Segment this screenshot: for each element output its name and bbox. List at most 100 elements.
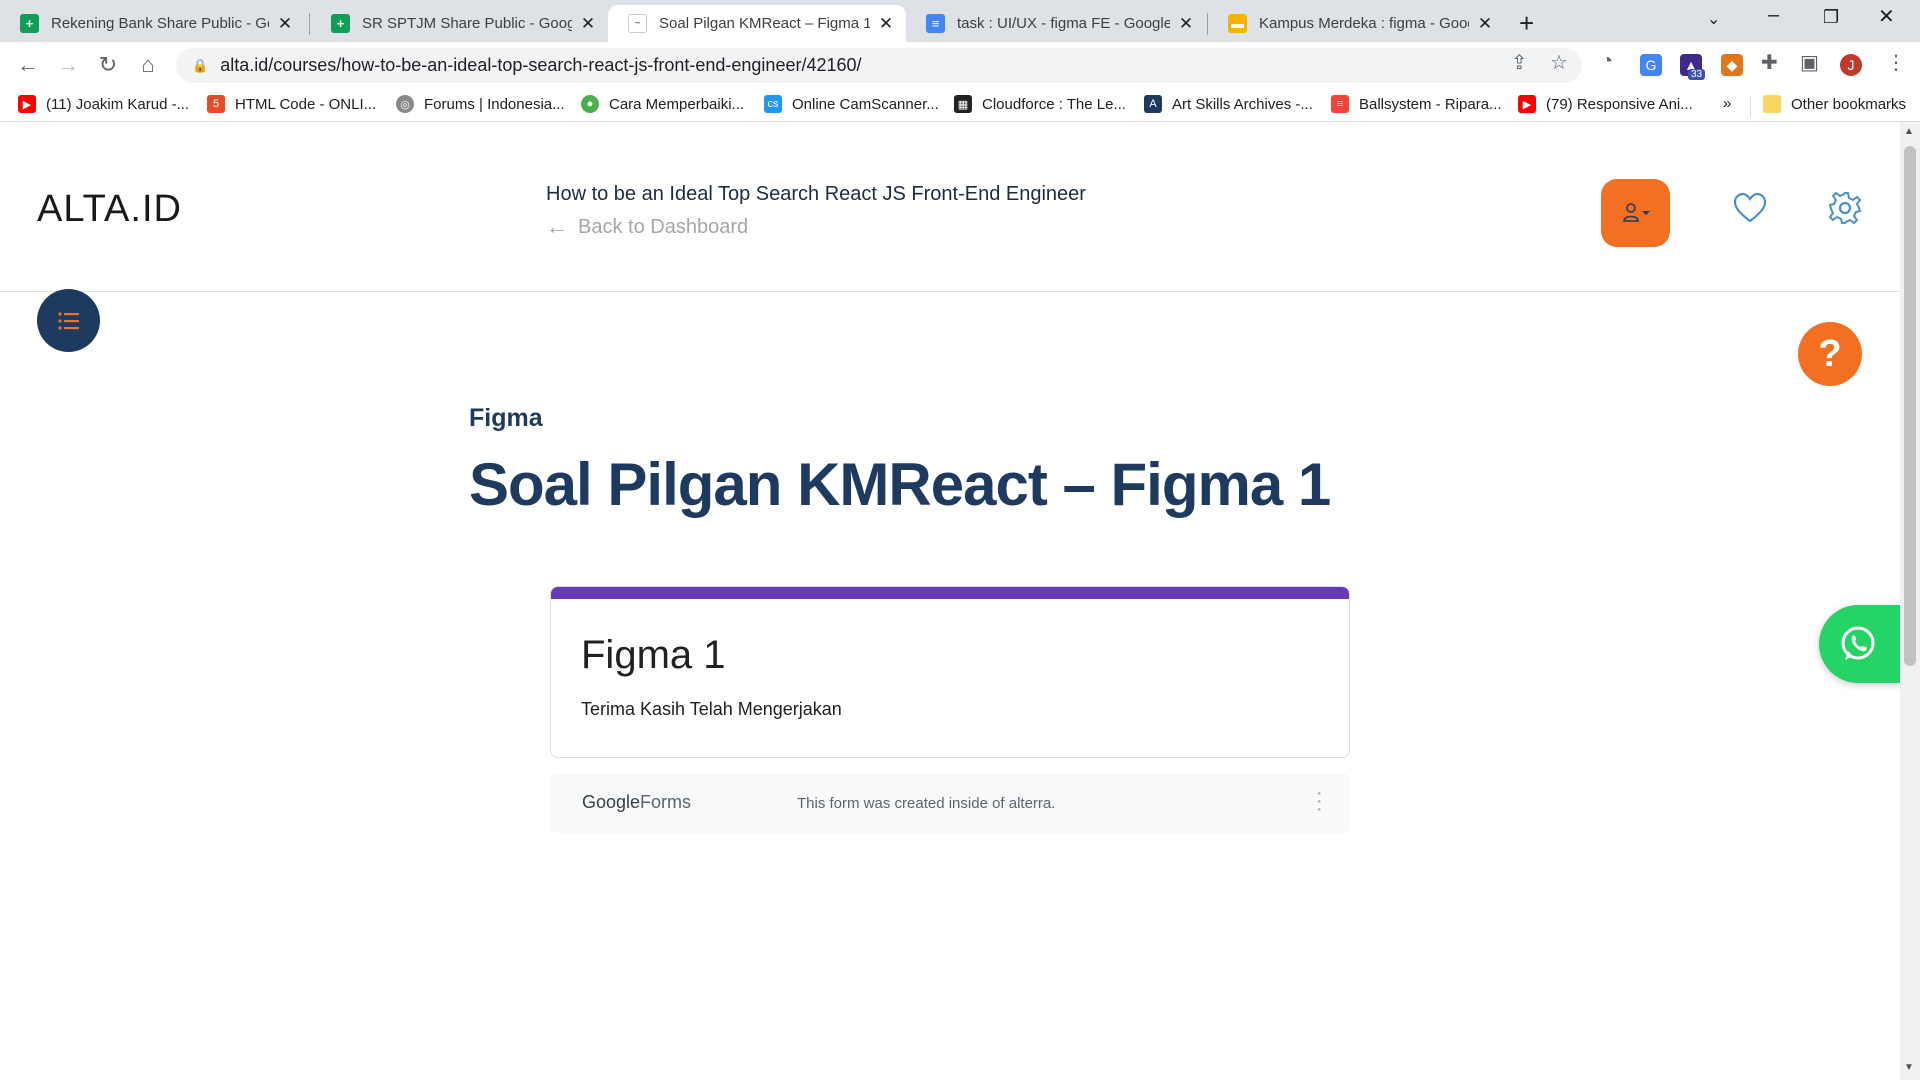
close-icon[interactable]: ✕ <box>1176 14 1196 34</box>
home-icon[interactable]: ⌂ <box>133 50 163 80</box>
bookmark-item[interactable]: ≡ Ballsystem - Ripara... <box>1331 95 1502 113</box>
course-title: How to be an Ideal Top Search React JS F… <box>546 183 1086 205</box>
tab-rekening-bank[interactable]: + Rekening Bank Share Public - Go ✕ <box>0 5 305 42</box>
google-slides-icon: ▬ <box>1228 14 1247 33</box>
bookmark-item[interactable]: ◎ Forums | Indonesia... <box>396 95 565 113</box>
settings-button[interactable] <box>1827 190 1863 226</box>
extension-badge: 33 <box>1688 69 1706 80</box>
whatsapp-button[interactable] <box>1819 605 1900 683</box>
bookmark-item[interactable]: ▦ Cloudforce : The Le... <box>954 95 1126 113</box>
restore-button[interactable]: ❐ <box>1823 7 1839 28</box>
reload-icon[interactable]: ↻ <box>93 50 123 80</box>
tab-sr-sptjm[interactable]: + SR SPTJM Share Public - Google S ✕ <box>311 5 608 42</box>
side-panel-icon[interactable]: ▣ <box>1800 50 1819 75</box>
chrome-menu-icon[interactable]: ⋮ <box>1886 50 1906 75</box>
close-icon[interactable]: ✕ <box>275 14 295 34</box>
url-text: alta.id/courses/how-to-be-an-ideal-top-s… <box>220 55 862 75</box>
google-docs-icon: ≡ <box>926 14 945 33</box>
more-options-icon[interactable]: · · · <box>1316 783 1323 819</box>
artskills-icon: A <box>1144 95 1162 113</box>
translate-icon[interactable]: G <box>1640 54 1662 76</box>
scroll-up-arrow-icon[interactable]: ▲ <box>1904 126 1914 137</box>
bookmark-item[interactable]: ▶ (11) Joakim Karud -... <box>18 95 189 113</box>
bookmarks-bar: ▶ (11) Joakim Karud -... 5 HTML Code - O… <box>0 89 1920 122</box>
site-header: ALTA.ID How to be an Ideal Top Search Re… <box>0 122 1900 292</box>
form-confirmation-message: Terima Kasih Telah Mengerjakan <box>581 699 842 719</box>
close-icon[interactable]: ✕ <box>1475 14 1495 34</box>
google-forms-logo[interactable]: GoogleForms <box>582 792 691 813</box>
youtube-icon: ▶ <box>1518 95 1536 113</box>
bookmarks-overflow-button[interactable]: » <box>1723 95 1731 112</box>
close-icon[interactable]: ✕ <box>578 14 598 34</box>
google-wordmark: Google <box>582 792 641 812</box>
profile-avatar[interactable]: J <box>1840 54 1862 76</box>
html-icon: 5 <box>207 95 225 113</box>
extensions-puzzle-icon[interactable]: ✚ <box>1761 50 1778 75</box>
cloudforce-icon: ▦ <box>954 95 972 113</box>
ballsystem-icon: ≡ <box>1331 95 1349 113</box>
favorite-heart-button[interactable] <box>1732 190 1768 226</box>
question-mark-icon: ? <box>1818 332 1842 375</box>
bookmark-label: Ballsystem - Ripara... <box>1359 95 1502 113</box>
bookmark-item[interactable]: ▶ (79) Responsive Ani... <box>1518 95 1693 113</box>
metamask-icon[interactable]: ◆ <box>1721 54 1743 76</box>
bookmark-item[interactable]: A Art Skills Archives -... <box>1144 95 1313 113</box>
bookmark-item[interactable]: 5 HTML Code - ONLI... <box>207 95 376 113</box>
scroll-down-arrow-icon[interactable]: ▼ <box>1904 1062 1914 1073</box>
tab-title: task : UI/UX - figma FE - Google D <box>957 15 1170 32</box>
user-icon <box>1622 203 1650 222</box>
arrow-left-icon: ← <box>546 214 568 239</box>
tab-kampus-merdeka[interactable]: ▬ Kampus Merdeka : figma - Googl ✕ <box>1208 5 1505 42</box>
google-form-card: Figma 1 Terima Kasih Telah Mengerjakan <box>550 586 1350 758</box>
folder-icon <box>1763 95 1781 113</box>
tab-search-chevron-icon[interactable]: ⌄ <box>1707 9 1720 29</box>
other-bookmarks-label: Other bookmarks <box>1791 95 1907 113</box>
bookmark-label: Forums | Indonesia... <box>424 95 565 113</box>
bookmark-label: Online CamScanner... <box>792 95 939 113</box>
google-form-footer: GoogleForms This form was created inside… <box>550 773 1350 833</box>
user-menu-button[interactable] <box>1601 179 1670 247</box>
tab-title: SR SPTJM Share Public - Google S <box>362 15 572 32</box>
youtube-icon: ▶ <box>18 95 36 113</box>
tab-title: Rekening Bank Share Public - Go <box>51 15 269 32</box>
tab-task-uiux[interactable]: ≡ task : UI/UX - figma FE - Google D ✕ <box>906 5 1206 42</box>
other-bookmarks[interactable]: Other bookmarks <box>1763 95 1906 113</box>
tab-soal-pilgan[interactable]: ~ Soal Pilgan KMReact – Figma 1 ✕ <box>608 5 906 42</box>
minimize-button[interactable]: – <box>1768 4 1779 27</box>
gear-icon <box>1828 191 1862 225</box>
bookmark-label: (79) Responsive Ani... <box>1546 95 1693 113</box>
bookmark-item[interactable]: cs Online CamScanner... <box>764 95 939 113</box>
scrollbar-thumb[interactable] <box>1904 146 1916 666</box>
back-to-dashboard-link[interactable]: ← Back to Dashboard <box>546 214 748 240</box>
back-label: Back to Dashboard <box>578 215 749 238</box>
globe-icon: ◎ <box>396 95 414 113</box>
window-close-button[interactable]: ✕ <box>1878 4 1895 29</box>
new-tab-button[interactable]: + <box>1519 8 1534 39</box>
lock-icon: 🔒 <box>192 57 209 73</box>
forward-arrow-icon[interactable]: → <box>53 50 83 80</box>
back-arrow-icon[interactable]: ← <box>13 50 43 80</box>
tab-divider <box>309 13 310 35</box>
camscanner-icon: cs <box>764 95 782 113</box>
address-bar[interactable]: 🔒 alta.id/courses/how-to-be-an-ideal-top… <box>176 48 1582 83</box>
share-icon[interactable]: ⇪ <box>1511 50 1528 75</box>
bookmark-label: Cara Memperbaiki... <box>609 95 745 113</box>
bookmark-label: Art Skills Archives -... <box>1172 95 1313 113</box>
tab-title: Soal Pilgan KMReact – Figma 1 <box>659 15 870 32</box>
bookmark-label: (11) Joakim Karud -... <box>46 95 190 113</box>
tab-strip: + Rekening Bank Share Public - Go ✕ + SR… <box>0 0 1920 42</box>
form-title: Figma 1 <box>581 633 726 677</box>
site-logo[interactable]: ALTA.ID <box>37 188 182 231</box>
bookmark-star-icon[interactable]: ☆ <box>1550 50 1568 75</box>
performance-icon[interactable]: ◔ <box>1601 50 1613 73</box>
close-icon[interactable]: ✕ <box>876 14 896 34</box>
forms-wordmark: Forms <box>640 792 692 812</box>
page-scrollbar[interactable]: ▲ ▼ <box>1900 122 1920 1080</box>
site-icon: ● <box>581 95 599 113</box>
page-content: ALTA.ID How to be an Ideal Top Search Re… <box>0 122 1900 1080</box>
list-icon <box>57 311 79 330</box>
help-button[interactable]: ? <box>1798 322 1862 386</box>
bookmark-item[interactable]: ● Cara Memperbaiki... <box>581 95 744 113</box>
course-menu-button[interactable] <box>37 289 100 352</box>
form-footer-note: This form was created inside of alterra. <box>797 795 1056 812</box>
